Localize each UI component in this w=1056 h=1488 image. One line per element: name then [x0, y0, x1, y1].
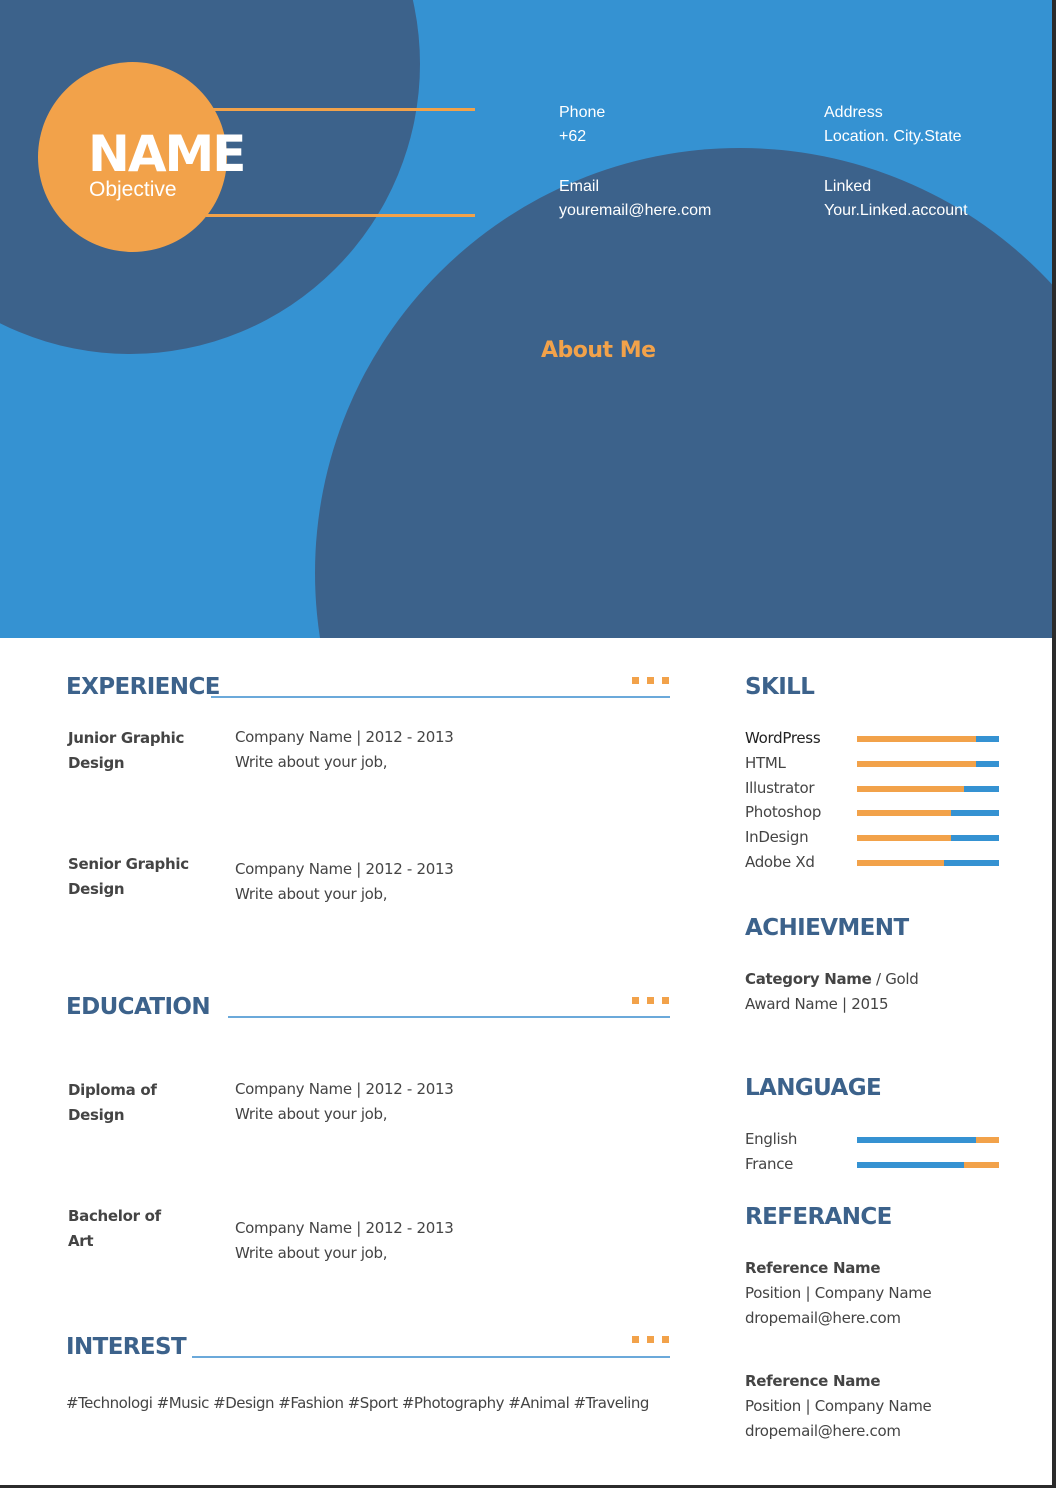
language-level-fill [857, 1162, 964, 1168]
entry-description: Write about your job, [235, 753, 388, 771]
contact-value: youremail@here.com [559, 202, 712, 219]
skill-label: Adobe Xd [745, 853, 815, 871]
language-label: France [745, 1155, 794, 1173]
skill-level-fill [857, 810, 951, 817]
skill-heading: SKILL [745, 674, 815, 700]
entry-description: Write about your job, [235, 1105, 388, 1123]
achievement-block: Category Name / Gold Award Name | 2015 [745, 967, 919, 1017]
contact-label: Linked [824, 178, 872, 195]
contact-label: Phone [559, 104, 606, 121]
skill-level-fill [857, 835, 951, 842]
contact-phone: Phone +62 [559, 101, 605, 149]
experience-dots-icon [632, 677, 669, 684]
language-heading: LANGUAGE [745, 1075, 882, 1101]
experience-entry-title: Senior Graphic Design [68, 855, 189, 898]
interest-dots-icon [632, 1336, 669, 1343]
entry-company: Company Name | 2012 - 2013 [235, 1080, 454, 1098]
achievement-heading: ACHIEVMENT [745, 915, 909, 941]
language-label: English [745, 1130, 798, 1148]
skill-row: HTML [745, 751, 1005, 776]
resume-page: NAME Objective Phone +62 Address Locatio… [0, 0, 1052, 1485]
objective-label: Objective [89, 178, 177, 201]
reference-email[interactable]: dropemail@here.com [745, 1306, 931, 1331]
skill-level-fill [857, 785, 964, 792]
contact-label: Email [559, 178, 600, 195]
skill-label: InDesign [745, 828, 809, 847]
education-heading: EDUCATION [66, 994, 211, 1020]
contact-value: +62 [559, 128, 587, 145]
skill-level-bar [857, 760, 999, 767]
reference-name: Reference Name [745, 1259, 881, 1277]
about-me-heading: About Me [541, 338, 656, 363]
language-row: France [745, 1152, 1005, 1177]
entry-company: Company Name | 2012 - 2013 [235, 860, 454, 878]
candidate-name: NAME [88, 125, 246, 183]
contact-linked: Linked Your.Linked.account [824, 175, 968, 223]
entry-company: Company Name | 2012 - 2013 [235, 1219, 454, 1237]
interest-divider [192, 1356, 670, 1358]
language-level-bar [857, 1162, 999, 1168]
contact-value: Your.Linked.account [824, 202, 968, 219]
skill-label: Illustrator [745, 778, 815, 797]
achievement-category-line: Category Name / Gold [745, 967, 919, 992]
experience-entry-body: Company Name | 2012 - 2013 Write about y… [235, 725, 454, 775]
name-accent-line-bottom [206, 214, 475, 217]
education-dots-icon [632, 997, 669, 1004]
achievement-category: Category Name [745, 970, 872, 988]
skill-label: WordPress [745, 729, 821, 747]
skill-label: Photoshop [745, 803, 822, 822]
education-entry-body: Company Name | 2012 - 2013 Write about y… [235, 1216, 454, 1266]
education-entry-title: Diploma of Design [68, 1081, 157, 1124]
skill-level-bar [857, 860, 999, 866]
skill-level-bar [857, 736, 999, 742]
skill-level-fill [857, 736, 977, 742]
reference-position: Position | Company Name [745, 1284, 932, 1302]
interest-heading: INTEREST [66, 1334, 187, 1360]
header-banner: NAME Objective Phone +62 Address Locatio… [0, 0, 1052, 638]
experience-entry-title: Junior Graphic Design [68, 729, 185, 772]
entry-company: Company Name | 2012 - 2013 [235, 728, 454, 746]
experience-entry-body: Company Name | 2012 - 2013 Write about y… [235, 857, 454, 907]
reference-name: Reference Name [745, 1372, 881, 1390]
contact-address: Address Location. City.State [824, 101, 962, 149]
skill-row: Photoshop [745, 800, 1005, 825]
skill-level-fill [857, 760, 977, 767]
skill-level-bar [857, 810, 999, 817]
education-divider [228, 1016, 670, 1018]
skill-level-bar [857, 785, 999, 792]
achievement-medal: / Gold [871, 970, 919, 988]
language-level-fill [857, 1137, 977, 1143]
language-row: English [745, 1127, 1005, 1152]
achievement-award: Award Name | 2015 [745, 995, 889, 1013]
skill-label: HTML [745, 753, 786, 772]
language-level-bar [857, 1137, 999, 1143]
skill-level-bar [857, 835, 999, 842]
skill-row: WordPress [745, 726, 1005, 751]
reference-entry: Reference Name Position | Company Name d… [745, 1256, 932, 1331]
skill-level-fill [857, 860, 944, 866]
reference-entry: Reference Name Position | Company Name d… [745, 1369, 932, 1444]
contact-label: Address [824, 104, 883, 121]
reference-position: Position | Company Name [745, 1397, 932, 1415]
experience-divider [211, 696, 670, 698]
skill-row: Illustrator [745, 776, 1005, 801]
education-entry-title: Bachelor of Art [68, 1207, 161, 1250]
skill-row: InDesign [745, 825, 1005, 850]
entry-description: Write about your job, [235, 885, 388, 903]
experience-heading: EXPERIENCE [66, 674, 220, 700]
education-entry-body: Company Name | 2012 - 2013 Write about y… [235, 1077, 454, 1127]
skill-row: Adobe Xd [745, 850, 1005, 875]
interest-tags: #Technologi #Music #Design #Fashion #Spo… [66, 1394, 649, 1412]
name-accent-line-top [212, 108, 475, 111]
contact-email: Email youremail@here.com [559, 175, 711, 223]
entry-description: Write about your job, [235, 1244, 388, 1262]
reference-heading: REFERANCE [745, 1204, 892, 1230]
reference-email[interactable]: dropemail@here.com [745, 1419, 931, 1444]
contact-value: Location. City.State [824, 128, 962, 145]
